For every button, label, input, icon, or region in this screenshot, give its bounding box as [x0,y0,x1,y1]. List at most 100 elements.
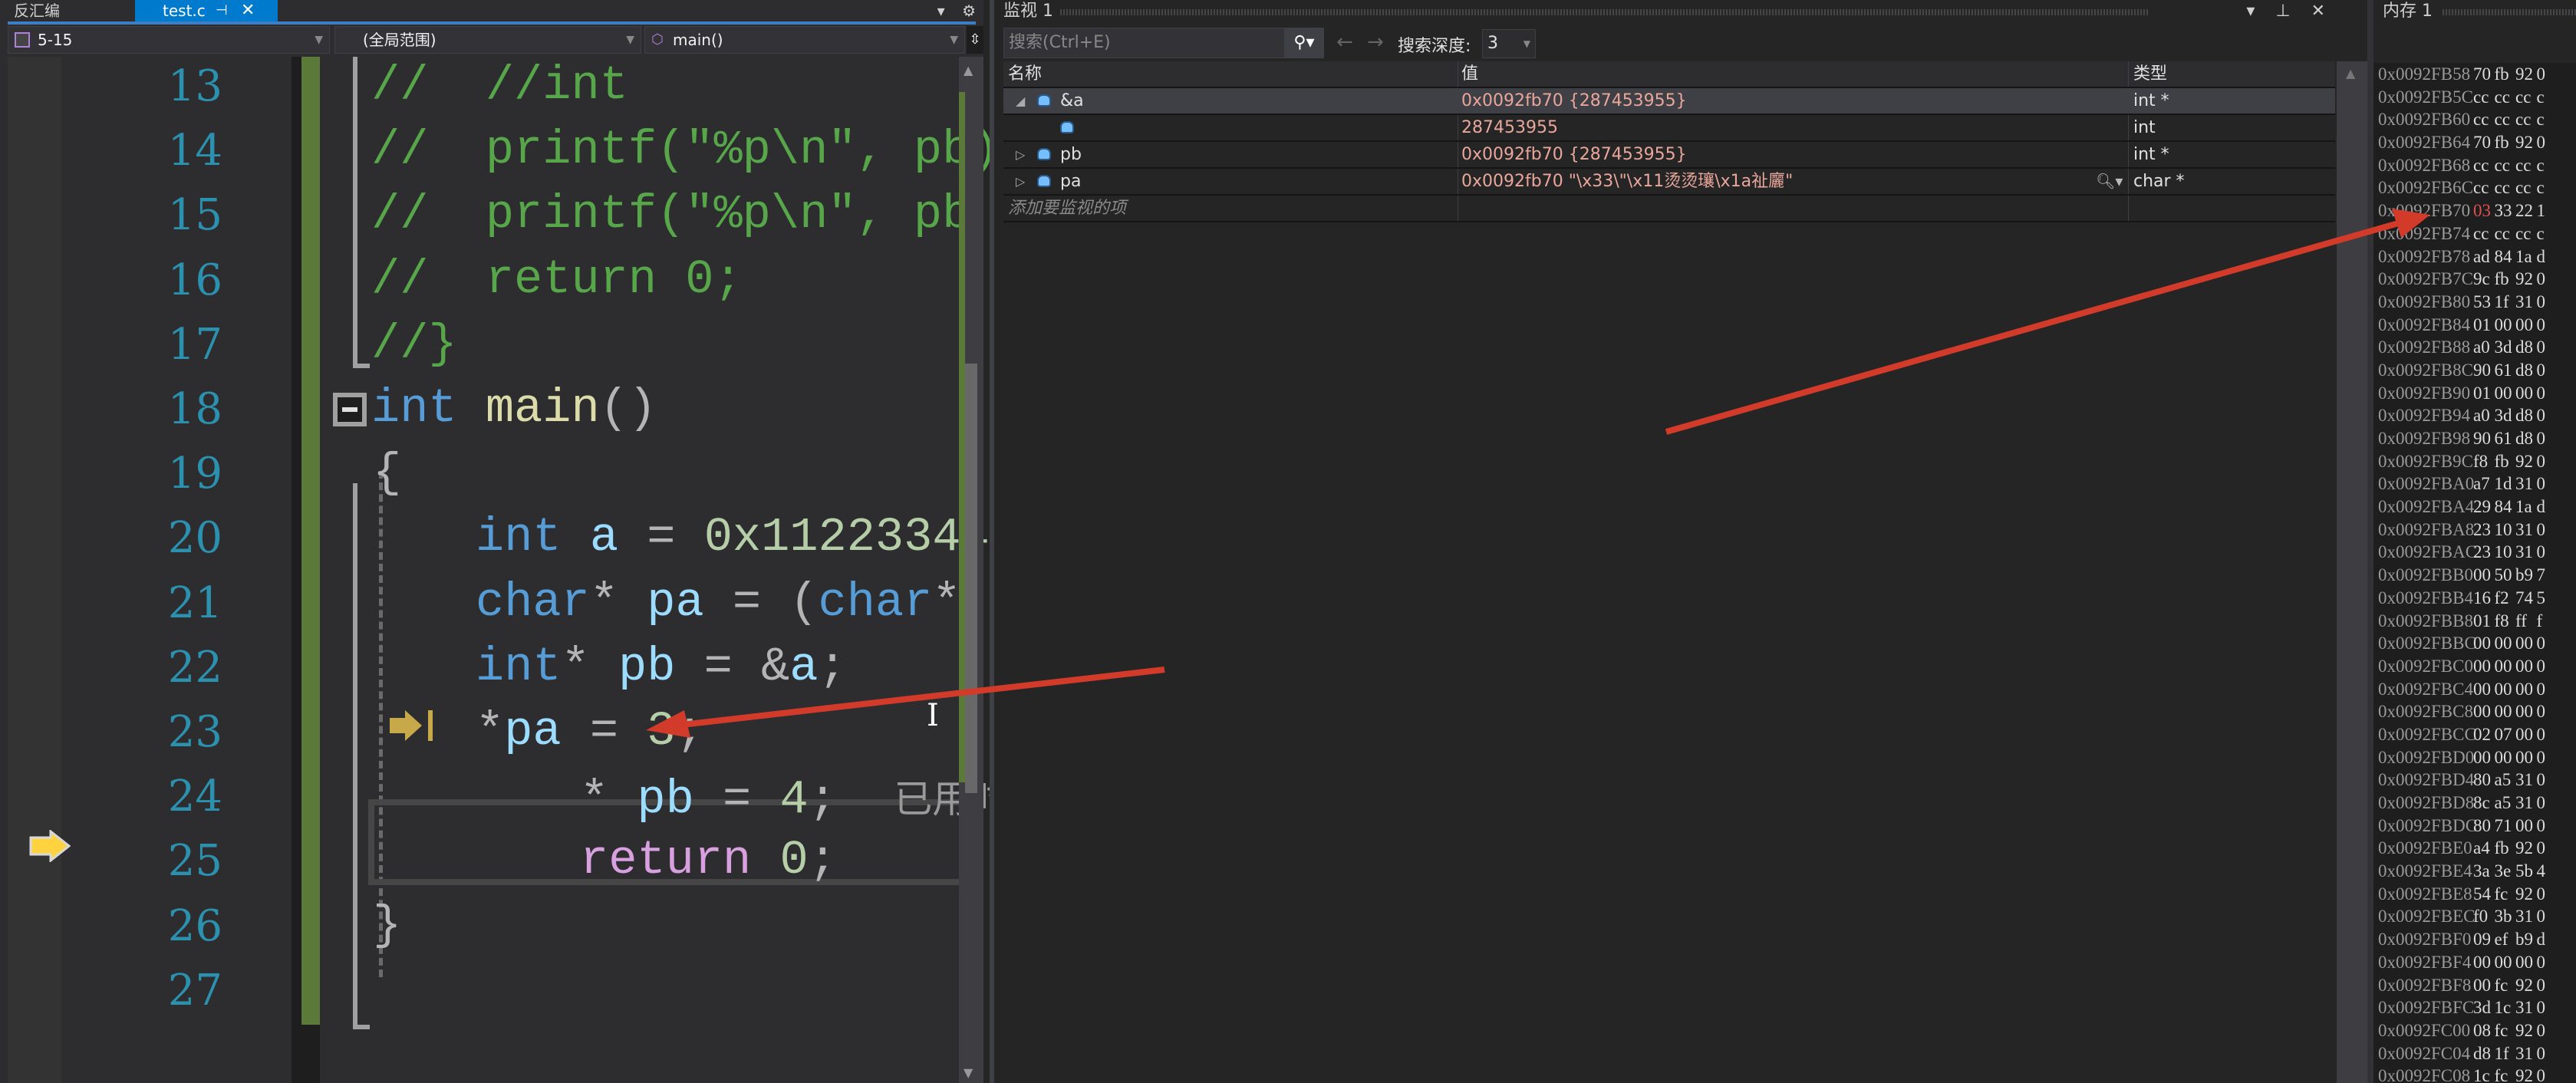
memory-rows[interactable]: 0x0092FB58 70 fb 92 0 0x0092FB5Ccc cc cc c 0x0092… [2378,63,2576,1083]
code-line[interactable]: { [373,446,401,500]
memory-byte[interactable]: 0 [2537,632,2558,655]
run-to-click-icon[interactable] [387,707,440,744]
window-position-dropdown-icon[interactable]: ▾ [2246,2,2255,21]
memory-byte[interactable]: 0 [2537,472,2558,495]
memory-byte[interactable]: fc [2495,883,2515,906]
memory-row[interactable]: 0x0092FBE0a4 fb 92 0 [2378,837,2576,860]
memory-byte[interactable]: 0 [2537,815,2558,838]
memory-row[interactable]: 0x0092FBC400 00 00 0 [2378,678,2576,701]
memory-row[interactable]: 0x0092FB68 cc cc cc c [2378,154,2576,177]
close-icon[interactable]: ✕ [2311,2,2325,21]
memory-byte[interactable]: 00 [2473,564,2494,587]
memory-byte[interactable]: 31 [2515,769,2536,792]
memory-byte[interactable]: f [2537,610,2558,633]
memory-byte[interactable]: 74 [2515,587,2536,610]
memory-byte[interactable]: 1d [2495,472,2515,495]
memory-byte[interactable]: 3a [2473,860,2494,883]
watch-search-input[interactable]: 搜索(Ctrl+E) [1003,28,1316,58]
code-line[interactable]: int* pb = &a; [476,640,847,694]
memory-byte[interactable]: 23 [2473,518,2494,542]
code-line[interactable]: // //int [371,58,628,113]
memory-row[interactable]: 0x0092FBFC3d 1c 31 0 [2378,996,2576,1019]
code-line[interactable]: int main() [371,381,657,436]
scroll-down-icon[interactable]: ▼ [964,1065,973,1080]
memory-byte[interactable]: cc [2515,222,2536,245]
code-line[interactable]: //} [371,317,457,371]
memory-byte[interactable]: 61 [2495,427,2515,450]
memory-byte[interactable]: 4 [2537,860,2558,883]
memory-byte[interactable]: fc [2495,1019,2515,1042]
memory-byte[interactable]: 80 [2473,815,2494,838]
collapse-toggle[interactable] [333,393,367,426]
memory-byte[interactable]: 00 [2515,815,2536,838]
memory-byte[interactable]: cc [2495,108,2515,131]
memory-byte[interactable]: 00 [2515,678,2536,701]
memory-byte[interactable]: d8 [2515,336,2536,359]
memory-byte[interactable]: 0 [2537,1042,2558,1065]
memory-byte[interactable]: 10 [2495,541,2515,564]
memory-byte[interactable]: 10 [2495,518,2515,542]
memory-byte[interactable]: 08 [2473,1019,2494,1042]
memory-byte[interactable]: 3b [2495,905,2515,928]
scroll-up-icon[interactable]: ▲ [964,63,973,77]
memory-row[interactable]: 0x0092FBF0 09 ef b9 d [2378,928,2576,951]
memory-byte[interactable]: c [2537,108,2558,131]
memory-byte[interactable]: 0 [2537,63,2558,86]
drag-grip[interactable] [1060,9,2149,15]
memory-byte[interactable]: 00 [2515,723,2536,746]
memory-byte[interactable]: 7 [2537,564,2558,587]
memory-row[interactable]: 0x0092FBDC80 71 00 0 [2378,815,2576,838]
memory-byte[interactable]: 0 [2537,518,2558,542]
memory-byte[interactable]: 0 [2537,837,2558,860]
scroll-up-icon[interactable]: ▲ [2346,66,2355,81]
memory-byte[interactable]: 92 [2515,131,2536,154]
memory-byte[interactable]: c [2537,154,2558,177]
memory-byte[interactable]: 1a [2515,245,2536,268]
scrollbar-thumb[interactable] [965,364,977,793]
memory-row[interactable]: 0x0092FB74 cc cc cc c [2378,222,2576,245]
memory-byte[interactable]: 0 [2537,905,2558,928]
memory-byte[interactable]: 70 [2473,63,2494,86]
search-icon[interactable]: ⚲▾ [1284,28,1324,58]
code-line[interactable]: } [373,898,401,953]
memory-byte[interactable]: 0 [2537,268,2558,291]
memory-byte[interactable]: 00 [2473,678,2494,701]
memory-row[interactable]: 0x0092FBA429 84 1a d [2378,495,2576,518]
memory-row[interactable]: 0x0092FB58 70 fb 92 0 [2378,63,2576,86]
memory-byte[interactable]: 0 [2537,314,2558,337]
memory-byte[interactable]: 00 [2473,974,2494,997]
memory-byte[interactable]: 00 [2515,746,2536,769]
memory-byte[interactable]: 09 [2473,928,2494,951]
memory-row[interactable]: 0x0092FBC800 00 00 0 [2378,700,2576,723]
memory-byte[interactable]: f8 [2473,450,2494,473]
memory-byte[interactable]: cc [2515,86,2536,109]
add-watch-item-input[interactable]: 添加要监视的项 [1008,196,1454,221]
memory-byte[interactable]: 61 [2495,359,2515,382]
memory-byte[interactable]: 0 [2537,382,2558,405]
memory-byte[interactable]: 23 [2473,541,2494,564]
watch-row[interactable]: ▷ pb 0x0092fb70 {287453955} int * [1003,142,2335,169]
memory-byte[interactable]: b9 [2515,928,2536,951]
memory-byte[interactable]: c [2537,176,2558,199]
memory-byte[interactable]: 00 [2495,951,2515,974]
memory-byte[interactable]: 92 [2515,837,2536,860]
watch-row[interactable]: ▷ pa 0x0092fb70 "\x33\"\x11烫烫瓖\x1a祉廲" 🔍︎▾ ch… [1003,169,2335,196]
memory-byte[interactable]: 5 [2537,587,2558,610]
watch-name-cell[interactable]: ▷ pa [1008,169,1454,194]
close-icon[interactable]: ✕ [241,0,255,21]
memory-byte[interactable]: 00 [2495,314,2515,337]
memory-byte[interactable]: 3d [2473,996,2494,1019]
memory-byte[interactable]: 70 [2473,131,2494,154]
tab-test-c[interactable]: test.c ⊣ ✕ [135,0,278,21]
memory-byte[interactable]: cc [2473,86,2494,109]
memory-byte[interactable]: 0 [2537,131,2558,154]
code-line[interactable]: return 0; [580,833,837,887]
memory-byte[interactable]: 0 [2537,359,2558,382]
memory-byte[interactable]: 90 [2473,427,2494,450]
watch-name-cell[interactable]: ◢ &a [1008,88,1454,114]
memory-byte[interactable]: 00 [2515,632,2536,655]
function-dropdown[interactable]: ⬡ main() ▼ [644,26,965,54]
memory-byte[interactable]: 31 [2515,472,2536,495]
memory-byte[interactable]: 0 [2537,427,2558,450]
column-header-type[interactable]: 类型 [2128,61,2335,87]
